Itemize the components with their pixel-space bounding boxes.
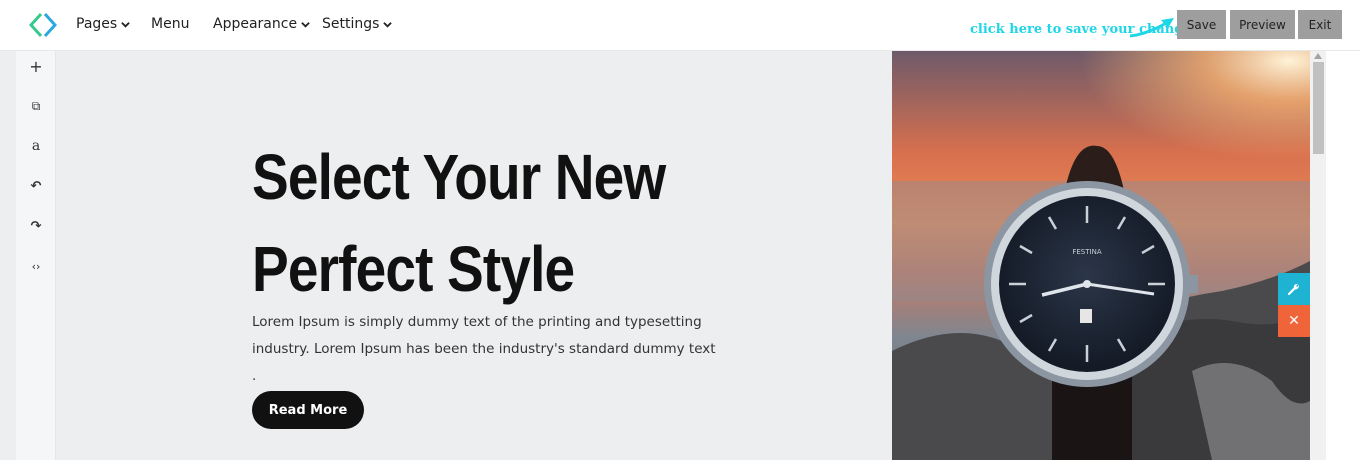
- close-block-button[interactable]: ✕: [1278, 305, 1310, 337]
- nav-appearance-label: Appearance: [213, 16, 298, 32]
- hero-image[interactable]: FESTINA: [892, 51, 1310, 460]
- editor-canvas[interactable]: Select Your New Perfect Style Lorem Ipsu…: [56, 51, 892, 460]
- watch-photo: FESTINA: [892, 51, 1310, 460]
- text-button[interactable]: a: [16, 134, 56, 158]
- headline-line-1: Select Your New: [252, 141, 666, 213]
- edit-block-button[interactable]: [1278, 273, 1310, 305]
- chevron-down-icon: [121, 21, 130, 28]
- nav-appearance[interactable]: Appearance: [213, 16, 310, 32]
- hero-paragraph[interactable]: Lorem Ipsum is simply dummy text of the …: [252, 309, 722, 390]
- redo-icon: ↷: [30, 218, 42, 234]
- scrollbar-thumb[interactable]: [1313, 62, 1324, 154]
- wrench-icon: [1287, 284, 1299, 296]
- logo-icon[interactable]: [29, 11, 57, 39]
- undo-icon: ↶: [30, 178, 42, 194]
- hero-headline[interactable]: Select Your New Perfect Style: [252, 131, 734, 315]
- arrow-icon: [1129, 18, 1174, 38]
- duplicate-button[interactable]: ⧉: [16, 94, 56, 118]
- redo-button[interactable]: ↷: [16, 214, 56, 238]
- text-icon: a: [31, 138, 41, 154]
- close-icon: ✕: [1288, 313, 1300, 329]
- nav-settings-label: Settings: [322, 16, 380, 32]
- nav-pages-label: Pages: [76, 16, 118, 32]
- right-margin: [1326, 51, 1360, 460]
- nav-menu[interactable]: Menu: [151, 16, 189, 32]
- top-toolbar: Pages Menu Appearance Settings click her…: [0, 0, 1360, 51]
- plus-icon: +: [29, 56, 43, 76]
- read-more-button[interactable]: Read More: [252, 391, 364, 429]
- add-block-button[interactable]: +: [16, 54, 56, 78]
- chevron-down-icon: [301, 21, 310, 28]
- copy-icon: ⧉: [31, 98, 41, 113]
- code-view-button[interactable]: ‹›: [16, 254, 56, 278]
- code-icon: ‹›: [31, 259, 41, 273]
- nav-settings[interactable]: Settings: [322, 16, 393, 32]
- nav-pages[interactable]: Pages: [76, 16, 130, 32]
- left-gutter: [0, 51, 16, 460]
- watch-brand: FESTINA: [1072, 248, 1101, 256]
- save-button[interactable]: Save: [1177, 10, 1226, 39]
- exit-button[interactable]: Exit: [1298, 10, 1342, 39]
- undo-button[interactable]: ↶: [16, 174, 56, 198]
- headline-line-2: Perfect Style: [252, 233, 575, 305]
- preview-button[interactable]: Preview: [1230, 10, 1295, 39]
- nav-menu-label: Menu: [151, 16, 190, 32]
- chevron-down-icon: [383, 21, 393, 28]
- scroll-up-arrow-icon[interactable]: [1313, 52, 1323, 60]
- tool-rail: + ⧉ a ↶ ↷ ‹›: [16, 51, 56, 460]
